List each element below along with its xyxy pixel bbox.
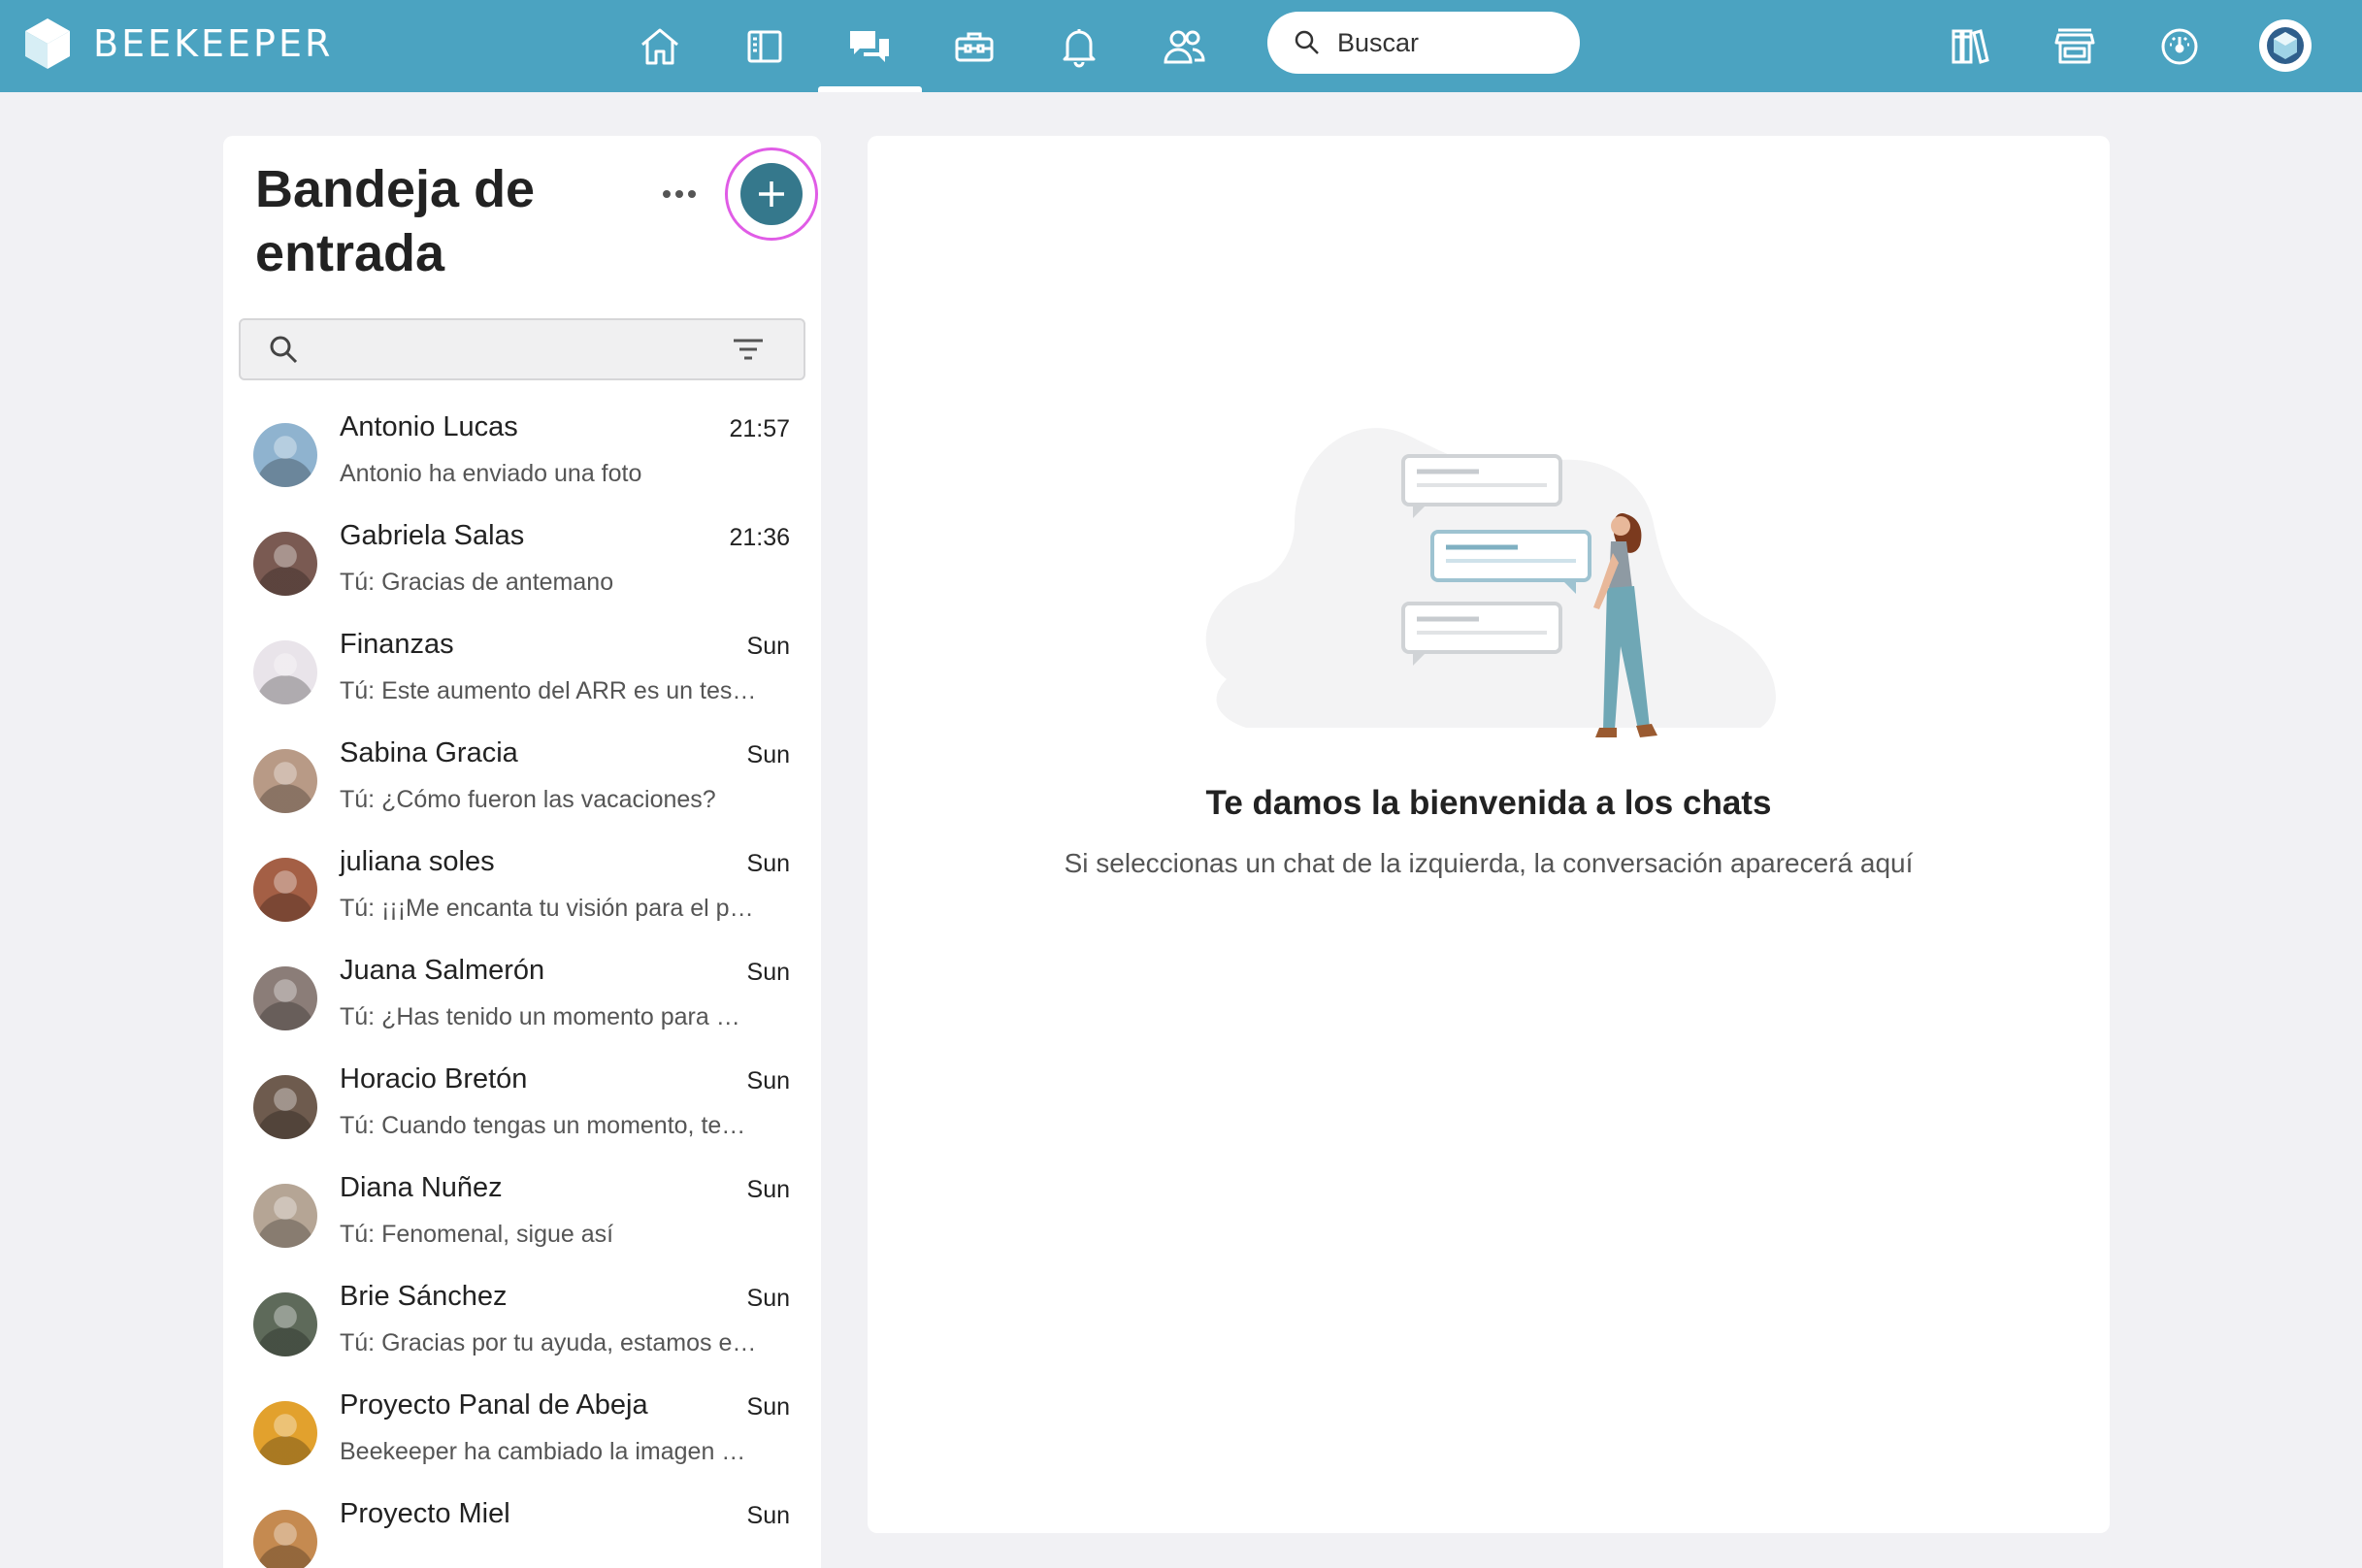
library-button[interactable]	[1943, 19, 1997, 74]
chat-list-item[interactable]: Brie Sánchez Sun Tú: Gracias por tu ayuda,…	[223, 1267, 821, 1376]
chat-name: Finanzas	[340, 629, 454, 660]
chat-avatar	[253, 1510, 317, 1568]
active-tab-indicator	[818, 86, 922, 92]
nav-notifications-button[interactable]	[1052, 19, 1106, 74]
library-icon	[1952, 29, 1989, 64]
nav-people-button[interactable]	[1157, 19, 1211, 74]
chat-name: Proyecto Panal de Abeja	[340, 1389, 648, 1421]
chat-welcome-illustration	[1205, 428, 1776, 737]
brand-name: BEEKEEPER	[93, 22, 334, 65]
streams-icon	[747, 30, 782, 63]
search-icon	[270, 336, 298, 364]
chat-list-item[interactable]: Diana Nuñez Sun Tú: Fenomenal, sigue así	[223, 1159, 821, 1267]
inbox-search-input[interactable]	[314, 334, 732, 365]
chat-list-item[interactable]: Sabina Gracia Sun Tú: ¿Cómo fueron las vac…	[223, 724, 821, 833]
chat-preview: Beekeeper ha cambiado la imagen …	[340, 1438, 746, 1465]
inbox-panel: Bandeja de entrada Antonio Lucas 21:57 Ant…	[223, 136, 821, 1568]
chat-avatar	[253, 640, 317, 704]
chat-time: Sun	[746, 850, 790, 877]
nav-home-button[interactable]	[633, 19, 687, 74]
chat-preview: Tú: Gracias por tu ayuda, estamos e…	[340, 1329, 757, 1356]
people-icon	[1164, 30, 1205, 64]
chat-list-item[interactable]: Juana Salmerón Sun Tú: ¿Has tenido un mome…	[223, 941, 821, 1050]
brand[interactable]: BEEKEEPER	[23, 15, 333, 73]
chat-time: Sun	[746, 1285, 790, 1312]
chat-time: 21:36	[729, 524, 790, 551]
chat-avatar	[253, 1184, 317, 1248]
inbox-search[interactable]	[239, 318, 805, 380]
chat-list-item[interactable]: Horacio Bretón Sun Tú: Cuando tengas un mo…	[223, 1050, 821, 1159]
chat-preview: Tú: ¿Has tenido un momento para …	[340, 1003, 740, 1030]
store-icon	[2054, 28, 2095, 64]
dashboard-icon	[2161, 28, 2198, 65]
chat-list-item[interactable]: Proyecto Miel Sun	[223, 1485, 821, 1568]
chat-list-item[interactable]: juliana soles Sun Tú: ¡¡¡Me encanta tu vis…	[223, 833, 821, 941]
chat-name: Gabriela Salas	[340, 520, 525, 551]
nav-chats-button[interactable]	[842, 19, 897, 74]
home-icon	[641, 28, 678, 65]
chat-time: Sun	[746, 1393, 790, 1421]
chat-icon	[850, 31, 889, 62]
chat-name: Juana Salmerón	[340, 955, 545, 986]
chat-name: juliana soles	[340, 846, 495, 877]
chat-time: 21:57	[729, 415, 790, 442]
store-button[interactable]	[2048, 19, 2102, 74]
inbox-more-button[interactable]	[650, 175, 708, 213]
dashboard-button[interactable]	[2152, 19, 2207, 74]
top-navigation-bar: BEEKEEPER	[0, 0, 2362, 92]
beekeeper-logo-icon	[25, 18, 70, 69]
bell-icon	[1063, 29, 1096, 68]
chat-avatar	[253, 1075, 317, 1139]
chat-time: Sun	[746, 1176, 790, 1203]
chat-preview: Tú: ¿Cómo fueron las vacaciones?	[340, 786, 716, 813]
chat-name: Sabina Gracia	[340, 737, 518, 768]
chat-avatar	[253, 1292, 317, 1356]
welcome-title: Te damos la bienvenida a los chats	[1205, 784, 1772, 822]
chat-time: Sun	[746, 1502, 790, 1529]
chat-name: Proyecto Miel	[340, 1498, 510, 1529]
global-search-input[interactable]	[1337, 27, 1570, 58]
chat-preview: Tú: Cuando tengas un momento, te…	[340, 1112, 746, 1139]
chat-avatar	[253, 966, 317, 1030]
chat-avatar	[253, 532, 317, 596]
chat-list-item[interactable]: Antonio Lucas 21:57 Antonio ha enviado una…	[223, 398, 821, 506]
search-icon	[1295, 30, 1319, 54]
plus-icon	[759, 181, 784, 207]
nav-tools-button[interactable]	[947, 19, 1001, 74]
chat-time: Sun	[746, 741, 790, 768]
chat-preview: Tú: Fenomenal, sigue así	[340, 1221, 614, 1248]
chat-name: Brie Sánchez	[340, 1281, 508, 1312]
chat-name: Antonio Lucas	[340, 411, 518, 442]
nav-streams-button[interactable]	[738, 19, 792, 74]
chat-preview: Tú: ¡¡¡Me encanta tu visión para el pr…	[340, 895, 757, 922]
chat-time: Sun	[746, 959, 790, 986]
inbox-title: Bandeja de entrada	[255, 160, 536, 282]
welcome-subtitle: Si seleccionas un chat de la izquierda, …	[1064, 848, 1914, 878]
new-chat-highlight-ring	[725, 147, 818, 241]
profile-avatar[interactable]	[2259, 19, 2312, 72]
chat-avatar	[253, 1401, 317, 1465]
chat-time: Sun	[746, 1067, 790, 1094]
chat-preview: Tú: Gracias de antemano	[340, 569, 614, 596]
filter-icon[interactable]	[732, 337, 765, 362]
chat-list-item[interactable]: Gabriela Salas 21:36 Tú: Gracias de antema…	[223, 506, 821, 615]
chat-name: Horacio Bretón	[340, 1063, 528, 1094]
new-chat-button[interactable]	[740, 163, 803, 225]
global-search[interactable]	[1267, 12, 1580, 74]
chat-list-item[interactable]: Finanzas Sun Tú: Este aumento del ARR es u…	[223, 615, 821, 724]
chat-list-item[interactable]: Proyecto Panal de Abeja Sun Beekeeper ha c…	[223, 1376, 821, 1485]
chat-avatar	[253, 749, 317, 813]
chat-list: Antonio Lucas 21:57 Antonio ha enviado una…	[223, 398, 821, 1568]
chat-preview: Tú: Este aumento del ARR es un testi…	[340, 677, 757, 704]
chat-time: Sun	[746, 633, 790, 660]
chat-name: Diana Nuñez	[340, 1172, 503, 1203]
conversation-panel: Te damos la bienvenida a los chats Si se…	[868, 136, 2110, 1533]
profile-avatar-icon	[2267, 27, 2304, 64]
chat-preview: Antonio ha enviado una foto	[340, 460, 642, 487]
chat-avatar	[253, 858, 317, 922]
chat-avatar	[253, 423, 317, 487]
toolbox-icon	[955, 32, 994, 62]
more-horizontal-icon	[663, 190, 696, 198]
